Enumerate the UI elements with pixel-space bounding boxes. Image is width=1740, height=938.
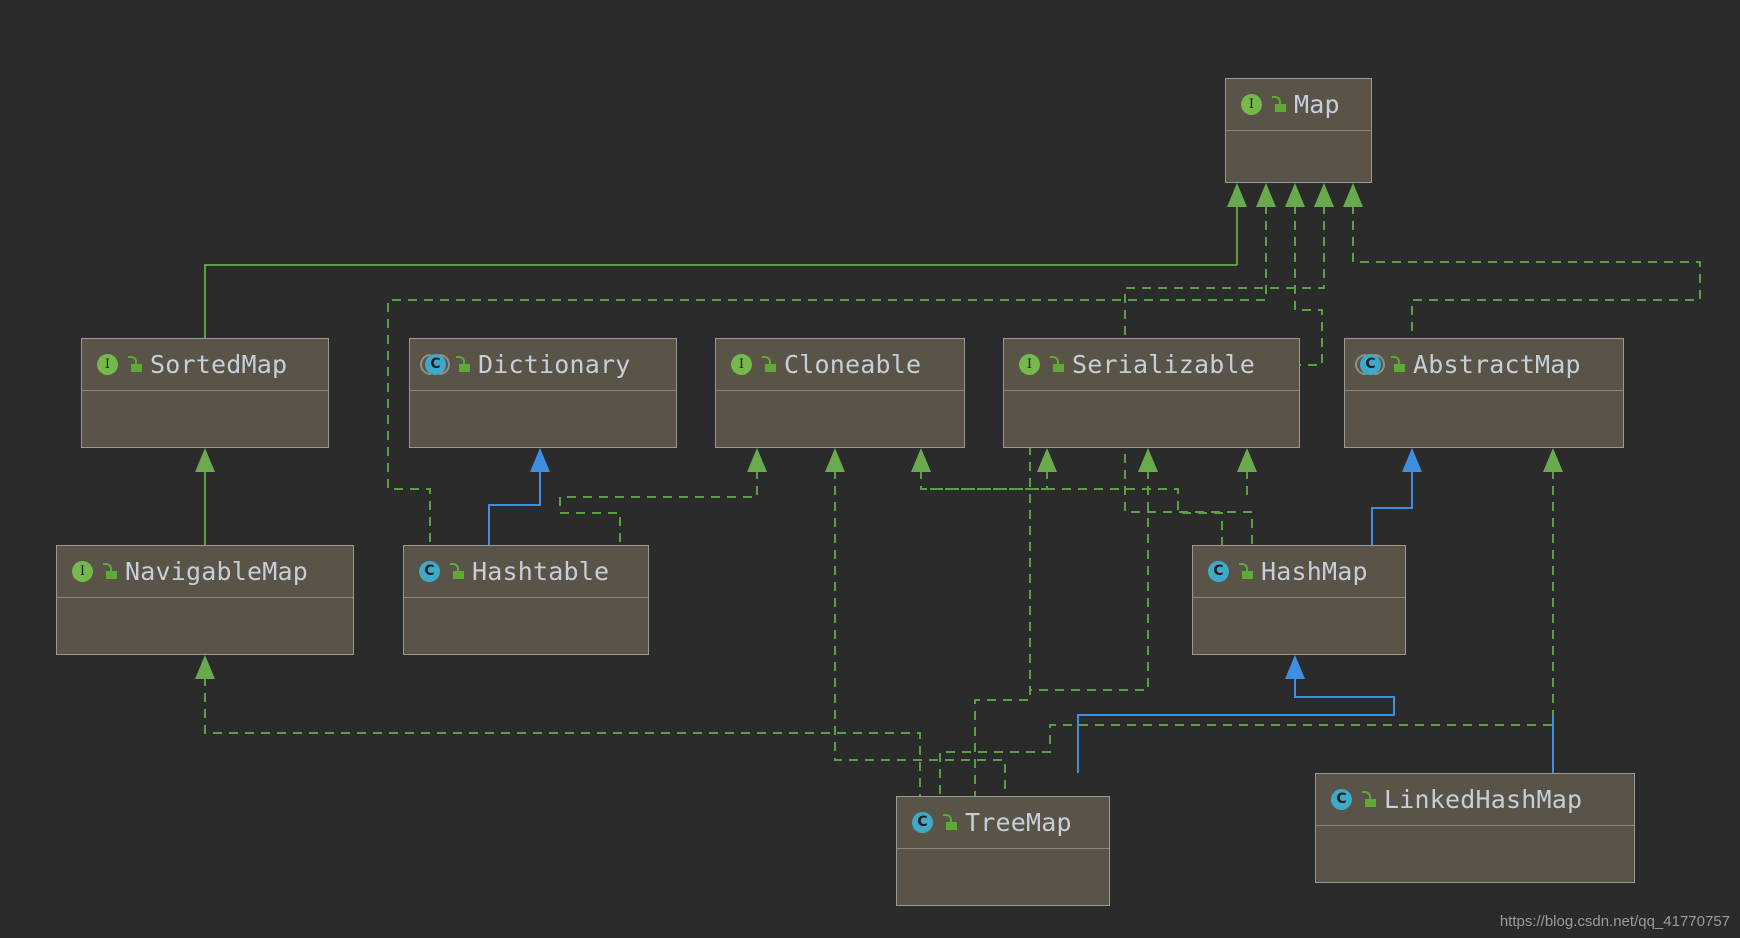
abstract-class-badge-icon: C xyxy=(420,352,450,378)
node-title: AbstractMap xyxy=(1413,350,1581,379)
edge-serializable-crossbar xyxy=(1237,448,1257,500)
node-title: Hashtable xyxy=(472,557,610,586)
node-header: C Hashtable xyxy=(404,546,648,598)
node-members-area xyxy=(1004,391,1299,447)
node-title: Dictionary xyxy=(478,350,631,379)
node-header: C Dictionary xyxy=(410,339,676,391)
class-node-abstractmap[interactable]: C AbstractMap xyxy=(1344,338,1624,448)
class-node-linkedhashmap[interactable]: C LinkedHashMap xyxy=(1315,773,1635,883)
node-members-area xyxy=(1345,391,1623,447)
node-header: C LinkedHashMap xyxy=(1316,774,1634,826)
node-members-area xyxy=(1316,826,1634,882)
node-title: Serializable xyxy=(1072,350,1256,379)
class-node-treemap[interactable]: C TreeMap xyxy=(896,796,1110,906)
node-members-area xyxy=(897,849,1109,905)
class-node-sortedmap[interactable]: I SortedMap xyxy=(81,338,329,448)
unlocked-icon xyxy=(102,562,118,581)
class-node-navigablemap[interactable]: I NavigableMap xyxy=(56,545,354,655)
node-title: SortedMap xyxy=(150,350,288,379)
class-badge-icon: C xyxy=(416,559,442,585)
unlocked-icon xyxy=(1271,95,1287,114)
edge-hashmap-to-abstractmap xyxy=(1371,448,1422,545)
interface-badge-icon: I xyxy=(1238,92,1264,118)
edge-linkedhashmap-to-hashmap xyxy=(1077,655,1395,773)
edge-treemap-to-cloneable xyxy=(825,448,1006,796)
node-header: I Map xyxy=(1226,79,1371,131)
node-header: C HashMap xyxy=(1193,546,1405,598)
node-title: NavigableMap xyxy=(125,557,309,586)
unlocked-icon xyxy=(1238,562,1254,581)
interface-badge-icon: I xyxy=(1016,352,1042,378)
edge-navigablemap-to-sortedmap xyxy=(195,448,215,545)
node-members-area xyxy=(57,598,353,654)
edge-treemap-to-serializable xyxy=(1030,448,1158,691)
class-node-hashmap[interactable]: C HashMap xyxy=(1192,545,1406,655)
node-title: LinkedHashMap xyxy=(1384,785,1583,814)
node-members-area xyxy=(716,391,964,447)
abstract-class-badge-icon: C xyxy=(1355,352,1385,378)
edge-hashtable-to-serializable xyxy=(930,448,1057,490)
edge-hashtable-to-cloneable xyxy=(559,448,767,545)
node-title: TreeMap xyxy=(965,808,1072,837)
node-header: C TreeMap xyxy=(897,797,1109,849)
unlocked-icon xyxy=(1390,355,1406,374)
node-header: I SortedMap xyxy=(82,339,328,391)
unlocked-icon xyxy=(449,562,465,581)
node-title: Cloneable xyxy=(784,350,922,379)
node-header: C AbstractMap xyxy=(1345,339,1623,391)
interface-badge-icon: I xyxy=(94,352,120,378)
edge-treemap-to-navigablemap xyxy=(195,655,921,796)
node-header: I Cloneable xyxy=(716,339,964,391)
watermark-text: https://blog.csdn.net/qq_41770757 xyxy=(1499,913,1730,930)
class-node-serializable[interactable]: I Serializable xyxy=(1003,338,1300,448)
node-members-area xyxy=(410,391,676,447)
interface-badge-icon: I xyxy=(69,559,95,585)
class-badge-icon: C xyxy=(909,810,935,836)
class-node-dictionary[interactable]: C Dictionary xyxy=(409,338,677,448)
class-node-cloneable[interactable]: I Cloneable xyxy=(715,338,965,448)
interface-badge-icon: I xyxy=(728,352,754,378)
unlocked-icon xyxy=(455,355,471,374)
node-members-area xyxy=(82,391,328,447)
node-members-area xyxy=(404,598,648,654)
edge-hashtable-to-dictionary xyxy=(488,448,550,545)
uml-class-diagram-canvas: I Map I SortedMap C Dictionary I Cloneab… xyxy=(0,0,1740,938)
class-node-map[interactable]: I Map xyxy=(1225,78,1372,183)
edge-hashmap-to-cloneable xyxy=(911,448,1223,545)
unlocked-icon xyxy=(1361,790,1377,809)
node-header: I NavigableMap xyxy=(57,546,353,598)
node-members-area xyxy=(1193,598,1405,654)
node-title: Map xyxy=(1294,90,1340,119)
node-members-area xyxy=(1226,131,1371,182)
unlocked-icon xyxy=(761,355,777,374)
class-badge-icon: C xyxy=(1328,787,1354,813)
unlocked-icon xyxy=(1049,355,1065,374)
unlocked-icon xyxy=(942,813,958,832)
node-title: HashMap xyxy=(1261,557,1368,586)
unlocked-icon xyxy=(127,355,143,374)
class-node-hashtable[interactable]: C Hashtable xyxy=(403,545,649,655)
edge-sortedmap-to-map xyxy=(204,183,1247,338)
class-badge-icon: C xyxy=(1205,559,1231,585)
edge-abstractmap-to-map xyxy=(1343,183,1701,338)
node-header: I Serializable xyxy=(1004,339,1299,391)
